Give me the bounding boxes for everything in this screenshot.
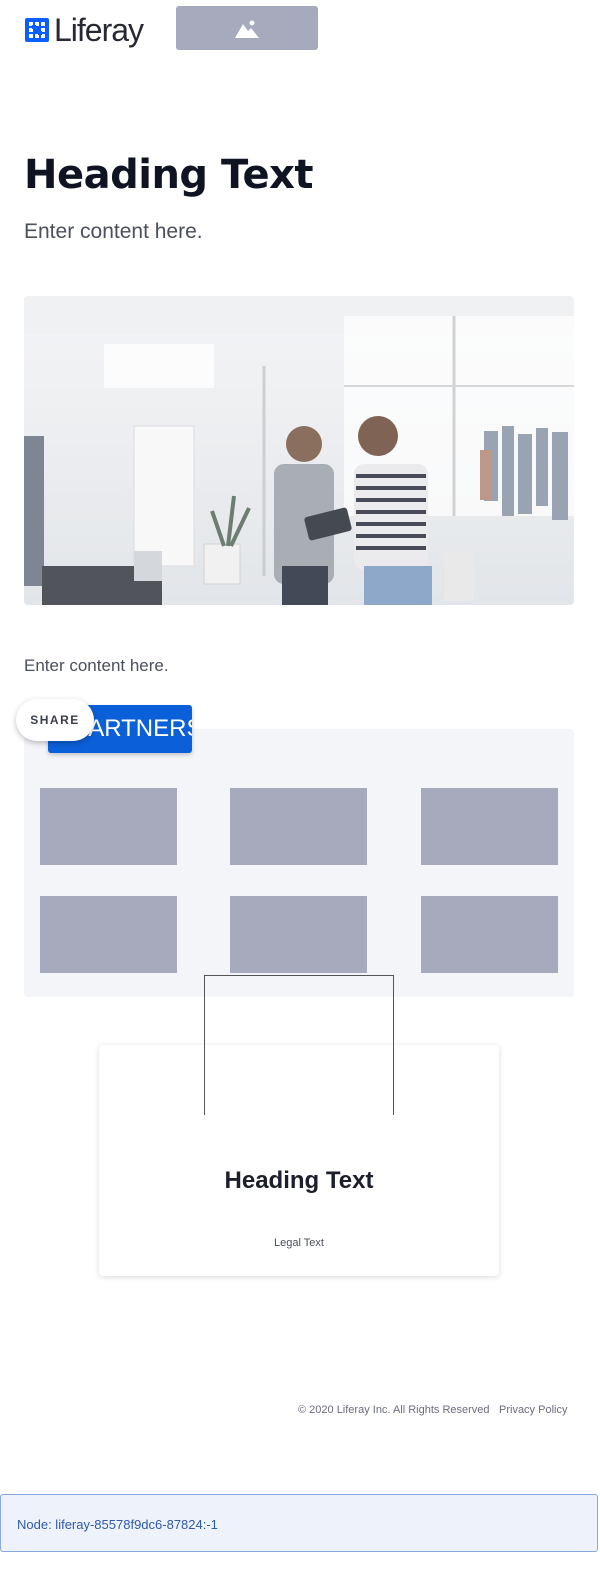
partner-tile[interactable] [230,896,367,973]
partner-tile[interactable] [421,788,558,865]
image-placeholder [176,6,318,50]
logo-text: Liferay [54,12,144,48]
share-button[interactable]: SHARE [16,699,94,741]
privacy-policy-link[interactable]: Privacy Policy [499,1404,567,1416]
header: Liferay [0,0,600,60]
selection-outline [204,975,394,1115]
image-icon [235,20,259,38]
card-title: Heading Text [224,1167,374,1194]
node-info-bar: Node: liferay-85578f9dc6-87824:-1 [0,1494,598,1552]
content-text: Enter content here. [24,656,169,675]
partner-tile[interactable] [230,788,367,865]
card-legal-text: Legal Text [274,1237,324,1249]
partner-tile[interactable] [40,788,177,865]
liferay-grid-icon [25,18,49,42]
footer-copyright: © 2020 Liferay Inc. All Rights Reserved [298,1404,490,1416]
partner-tile[interactable] [40,896,177,973]
partners-panel [24,729,574,997]
page-title: Heading Text [24,152,314,198]
hero-image [24,296,574,605]
partner-tile[interactable] [421,896,558,973]
node-info-text: Node: liferay-85578f9dc6-87824:-1 [17,1517,218,1532]
hero-subtitle: Enter content here. [24,220,203,243]
share-button-label: SHARE [30,713,80,727]
logo[interactable]: Liferay [25,12,144,48]
